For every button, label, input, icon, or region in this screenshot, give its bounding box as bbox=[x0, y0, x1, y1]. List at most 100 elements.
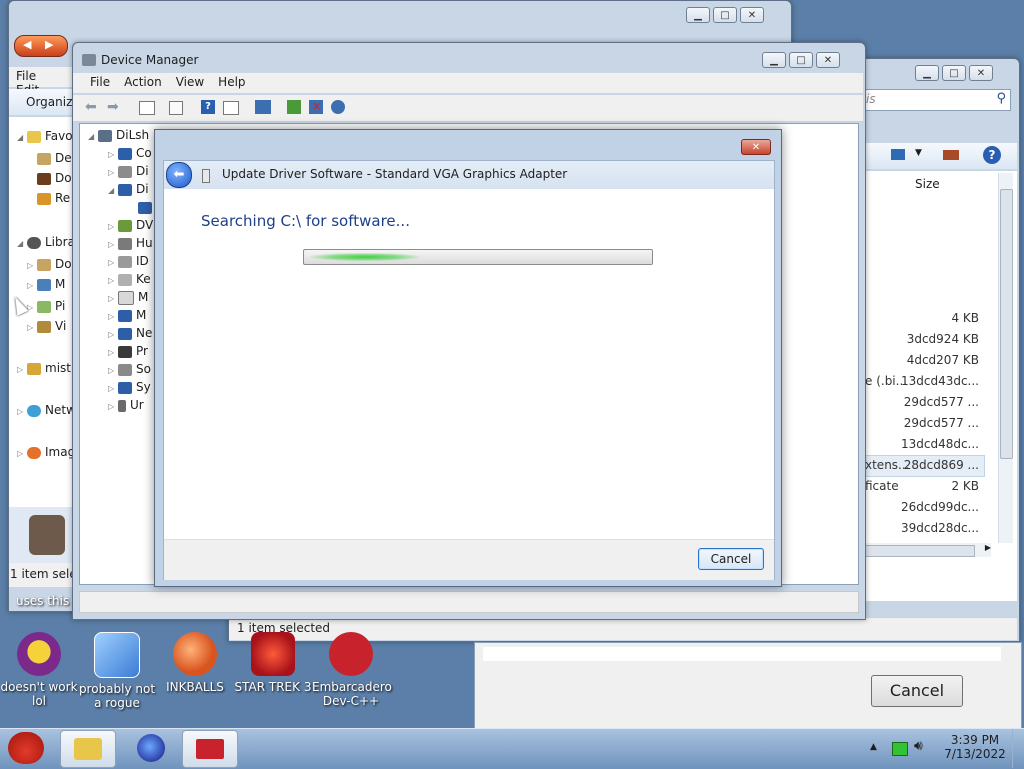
settings-app-icon bbox=[94, 632, 140, 678]
maximize-button[interactable]: □ bbox=[713, 7, 737, 23]
close-button[interactable]: ✕ bbox=[816, 52, 840, 68]
minimize-button[interactable]: ▁ bbox=[686, 7, 710, 23]
preview-pane-icon[interactable] bbox=[943, 150, 959, 160]
tree-item[interactable]: ▷ Sy bbox=[108, 380, 151, 398]
show-desktop-button[interactable] bbox=[1012, 729, 1024, 768]
nav-item[interactable]: ▷ M bbox=[27, 277, 65, 295]
nav-item[interactable]: ◢ Favo bbox=[17, 129, 73, 147]
network-adapter-icon bbox=[118, 327, 132, 340]
row-size[interactable]: 13dcd48dc... bbox=[901, 437, 979, 451]
nav-item[interactable]: De bbox=[37, 151, 72, 169]
battery-icon[interactable] bbox=[892, 742, 908, 756]
desktop-icon-star-trek[interactable]: STAR TREK 3 bbox=[234, 632, 312, 694]
maximize-button[interactable]: □ bbox=[942, 65, 966, 81]
desktop-icon-rogue[interactable]: probably not a rogue bbox=[78, 632, 156, 710]
tree-item[interactable]: ▷ Di bbox=[108, 164, 149, 182]
tree-item[interactable]: ▷ ID bbox=[108, 254, 149, 272]
nav-back-forward-buttons[interactable]: ◀ ▶ bbox=[14, 35, 68, 57]
help-icon[interactable]: ? bbox=[983, 146, 1001, 164]
row-size[interactable]: 29dcd577 ... bbox=[904, 416, 979, 430]
row-size[interactable]: 29dcd577 ... bbox=[904, 395, 979, 409]
scroll-right-icon[interactable]: ▶ bbox=[985, 543, 991, 552]
close-button[interactable]: ✕ bbox=[969, 65, 993, 81]
cancel-button[interactable]: Cancel bbox=[698, 548, 764, 570]
nav-item[interactable]: ▷ Do bbox=[27, 257, 72, 275]
tree-item[interactable]: ▷ Hu bbox=[108, 236, 153, 254]
nav-item[interactable]: ▷ Vi bbox=[27, 319, 66, 337]
taskbar-clock[interactable]: 3:39 PM 7/13/2022 bbox=[940, 733, 1010, 761]
forward-arrow-icon[interactable]: ▶ bbox=[45, 38, 53, 51]
help-icon[interactable]: ? bbox=[201, 100, 215, 114]
minimize-button[interactable]: ▁ bbox=[915, 65, 939, 81]
horizontal-scrollbar[interactable]: ▶ bbox=[861, 543, 991, 557]
nav-item[interactable]: ▷ Netw bbox=[17, 403, 76, 421]
row-size[interactable]: 26dcd99dc... bbox=[901, 500, 979, 514]
command-bar: Organize bbox=[9, 89, 80, 115]
scroll-thumb[interactable] bbox=[1000, 189, 1013, 459]
desktop-icon-yahoo[interactable]: doesn't work lol bbox=[0, 632, 78, 708]
nav-item[interactable]: ▷ Imag bbox=[17, 445, 75, 463]
angry-birds-icon bbox=[8, 732, 44, 764]
scroll-thumb-horizontal[interactable] bbox=[861, 545, 975, 557]
search-box[interactable]: is ⚲ bbox=[861, 89, 1011, 111]
nav-item[interactable]: Re bbox=[37, 191, 70, 209]
taskbar-explorer-button[interactable] bbox=[60, 730, 116, 768]
desktop-icon-inkballs[interactable]: INKBALLS bbox=[156, 632, 234, 694]
row-size[interactable]: 2 KB bbox=[951, 479, 979, 493]
tree-item[interactable]: ▷ Co bbox=[108, 146, 152, 164]
back-arrow-icon[interactable]: ⬅ bbox=[85, 99, 97, 115]
row-size[interactable]: 39dcd28dc... bbox=[901, 521, 979, 535]
desktop-icon-devcpp[interactable]: Embarcadero Dev-C++ bbox=[312, 632, 392, 708]
show-hidden-icons-icon[interactable]: ▲ bbox=[870, 742, 877, 752]
row-size[interactable]: 3dcd924 KB bbox=[907, 332, 979, 346]
tree-item[interactable]: ▷ So bbox=[108, 362, 151, 380]
dialog-header: ⬅ Update Driver Software - Standard VGA … bbox=[164, 161, 774, 189]
uninstall-icon[interactable]: ✕ bbox=[309, 100, 323, 114]
menu-file[interactable]: File bbox=[9, 69, 43, 83]
show-hide-tree-icon[interactable] bbox=[139, 101, 155, 115]
minimize-button[interactable]: ▁ bbox=[762, 52, 786, 68]
back-button[interactable]: ⬅ bbox=[166, 162, 192, 188]
nav-item[interactable]: ◢ Libra bbox=[17, 235, 75, 253]
row-size[interactable]: 4dcd207 KB bbox=[907, 353, 979, 367]
start-button[interactable] bbox=[2, 730, 50, 766]
taskbar-device-manager-button[interactable] bbox=[182, 730, 238, 768]
maximize-button[interactable]: □ bbox=[789, 52, 813, 68]
tree-item[interactable]: ▷ DV bbox=[108, 218, 153, 236]
row-size[interactable]: 4 KB bbox=[951, 311, 979, 325]
background-cancel-button[interactable]: Cancel bbox=[871, 675, 963, 707]
tree-item[interactable]: ▷ M bbox=[108, 290, 148, 308]
update-driver-icon[interactable] bbox=[287, 100, 301, 114]
chevron-down-icon[interactable]: ▼ bbox=[915, 148, 922, 158]
menu-file[interactable]: File bbox=[83, 75, 117, 89]
scan-hardware-icon[interactable] bbox=[255, 100, 271, 114]
nav-item[interactable]: Do bbox=[37, 171, 72, 189]
tree-item[interactable]: ◢ Di bbox=[108, 182, 149, 200]
view-options-icon[interactable] bbox=[891, 149, 905, 160]
tree-item[interactable]: ▷ Ke bbox=[108, 272, 151, 290]
close-button[interactable]: ✕ bbox=[740, 7, 764, 23]
volume-icon[interactable]: 🔊︎ bbox=[914, 738, 923, 754]
menu-view[interactable]: View bbox=[169, 75, 211, 89]
menu-help[interactable]: Help bbox=[211, 75, 252, 89]
tree-item-computer[interactable]: ◢ DiLsh bbox=[88, 128, 149, 146]
taskbar-firefox-button[interactable] bbox=[124, 730, 178, 766]
dialog-close-button[interactable]: ✕ bbox=[741, 139, 771, 155]
column-header-size[interactable]: Size bbox=[915, 177, 940, 191]
search-icon[interactable]: ⚲ bbox=[996, 91, 1006, 106]
tree-item[interactable]: ▷ M bbox=[108, 308, 146, 326]
properties-icon[interactable] bbox=[169, 101, 183, 115]
nav-item[interactable]: ▷ mist bbox=[17, 361, 71, 379]
disable-device-icon[interactable] bbox=[331, 100, 345, 114]
menu-action[interactable]: Action bbox=[117, 75, 169, 89]
forward-arrow-icon[interactable]: ➡ bbox=[107, 99, 119, 115]
vertical-scrollbar[interactable] bbox=[998, 173, 1013, 543]
row-size[interactable]: 13dcd43dc... bbox=[901, 374, 979, 388]
tree-item[interactable]: ▷ Ne bbox=[108, 326, 152, 344]
action-pane-icon[interactable] bbox=[223, 101, 239, 115]
tree-item[interactable]: ▷ Ur bbox=[108, 398, 144, 416]
back-arrow-icon[interactable]: ◀ bbox=[23, 38, 31, 51]
row-size[interactable]: 28dcd869 ... bbox=[904, 458, 979, 472]
tree-item[interactable]: ▷ Pr bbox=[108, 344, 148, 362]
nav-item[interactable]: ▷ Pi bbox=[27, 299, 65, 317]
